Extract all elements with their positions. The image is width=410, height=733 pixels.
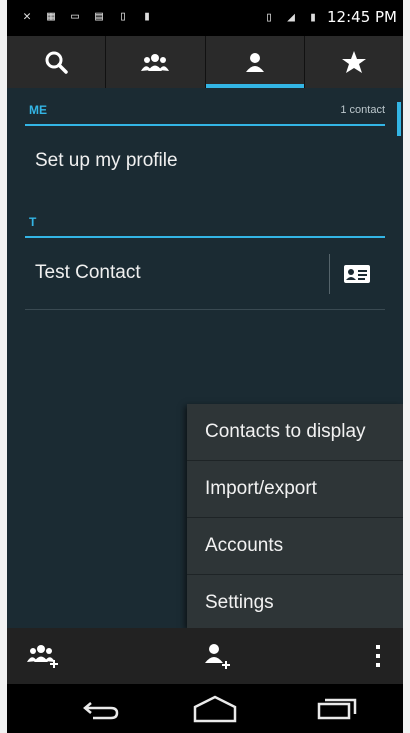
section-header-t: T [25, 212, 385, 238]
menu-item-label: Accounts [205, 535, 284, 556]
section-letter: T [29, 215, 37, 229]
menu-item-label: Settings [205, 592, 274, 613]
menu-item-label: Import/export [205, 478, 317, 499]
status-time: 12:45 PM [327, 8, 397, 26]
sd-card-icon: ▯ [119, 8, 127, 24]
section-header-me: ME 1 contact [25, 100, 385, 126]
tab-contacts[interactable] [205, 36, 305, 88]
device-frame: ✕ ▦ ▭ ▤ ▯ ▮ ▯ ◢ ▮ 12:45 PM ME 1 contact … [0, 0, 410, 733]
menu-item-import-export[interactable]: Import/export [187, 461, 403, 518]
navigation-bar [7, 684, 403, 733]
back-button[interactable] [71, 692, 131, 726]
menu-item-contacts-to-display[interactable]: Contacts to display [187, 404, 403, 461]
overflow-menu-button[interactable] [363, 636, 393, 676]
contact-name: Test Contact [35, 262, 141, 283]
overflow-menu: Contacts to display Import/export Accoun… [187, 404, 403, 628]
setup-profile-row[interactable]: Set up my profile [25, 132, 385, 192]
groups-icon [141, 54, 170, 71]
qr-icon: ▦ [47, 8, 55, 24]
divider [329, 254, 330, 294]
add-group-button[interactable] [21, 636, 65, 676]
notification-icons: ✕ ▦ ▭ ▤ ▯ ▮ [19, 8, 155, 24]
home-icon [193, 695, 237, 723]
bottom-action-bar [7, 628, 403, 684]
scrollbar[interactable] [397, 102, 401, 136]
add-group-icon [27, 645, 58, 668]
screen: ✕ ▦ ▭ ▤ ▯ ▮ ▯ ◢ ▮ 12:45 PM ME 1 contact … [7, 0, 403, 733]
add-person-icon [205, 644, 230, 669]
home-button[interactable] [185, 692, 245, 726]
menu-item-label: Contacts to display [205, 421, 366, 442]
vibrate-icon: ▯ [265, 9, 273, 25]
status-bar: ✕ ▦ ▭ ▤ ▯ ▮ ▯ ◢ ▮ 12:45 PM [7, 0, 403, 36]
search-icon [45, 51, 68, 74]
system-status: ▯ ◢ ▮ 12:45 PM [261, 8, 397, 26]
battery-icon: ▮ [309, 9, 317, 25]
frame-right-edge [403, 0, 410, 733]
person-icon [245, 53, 264, 72]
menu-item-settings[interactable]: Settings [187, 575, 403, 631]
signal-off-icon: ✕ [23, 8, 31, 24]
image-icon: ▭ [71, 8, 79, 24]
tab-search[interactable] [7, 36, 107, 88]
back-icon [83, 702, 119, 720]
add-contact-button[interactable] [195, 636, 239, 676]
list-divider [25, 309, 385, 310]
tab-groups[interactable] [106, 36, 206, 88]
tab-favorites[interactable] [305, 36, 403, 88]
recent-apps-button[interactable] [307, 692, 367, 726]
contact-count: 1 contact [340, 104, 385, 116]
barcode-icon: ▮ [143, 8, 151, 24]
cell-signal-icon: ◢ [287, 9, 295, 25]
frame-left-edge [0, 0, 7, 733]
contact-row[interactable]: Test Contact [25, 244, 385, 304]
tab-bar [7, 36, 403, 88]
message-icon: ▤ [95, 8, 103, 24]
section-letter: ME [29, 103, 47, 117]
overflow-dots-icon [376, 645, 380, 667]
setup-profile-label: Set up my profile [35, 150, 178, 171]
menu-item-accounts[interactable]: Accounts [187, 518, 403, 575]
recent-apps-icon [317, 698, 357, 720]
contact-card-icon[interactable] [343, 263, 371, 285]
star-icon [341, 51, 366, 73]
